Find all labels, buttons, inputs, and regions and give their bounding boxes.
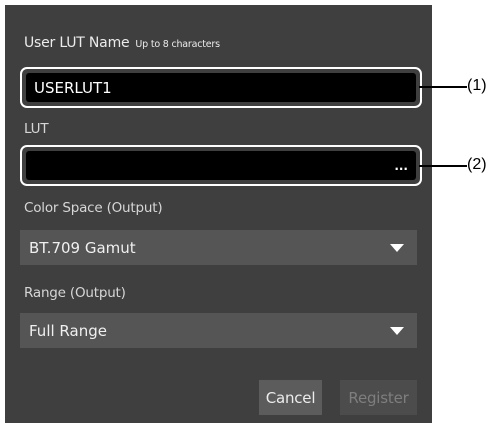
callout-label-2: (2) [467, 156, 487, 173]
user-lut-dialog: User LUT Name Up to 8 characters LUT ...… [5, 5, 432, 423]
register-button: Register [340, 380, 417, 415]
range-label: Range (Output) [24, 285, 126, 301]
lut-file-field[interactable]: ... [26, 151, 416, 180]
lut-name-field[interactable] [26, 73, 416, 102]
ellipsis-icon[interactable]: ... [394, 151, 408, 180]
callout-leader-line [419, 165, 467, 167]
range-value: Full Range [29, 321, 107, 340]
color-space-label: Color Space (Output) [24, 200, 163, 216]
lut-name-input[interactable] [34, 78, 416, 97]
cancel-button[interactable]: Cancel [259, 380, 322, 415]
chevron-down-icon [390, 327, 404, 335]
lut-field-callout-frame: ... [20, 145, 422, 186]
callout-label-1: (1) [467, 77, 487, 94]
name-field-callout-frame [20, 67, 422, 108]
chevron-down-icon [390, 244, 404, 252]
screenshot-stage: User LUT Name Up to 8 characters LUT ...… [0, 0, 498, 428]
title-row: User LUT Name Up to 8 characters [24, 35, 220, 51]
color-space-select[interactable]: BT.709 Gamut [20, 230, 417, 265]
range-select[interactable]: Full Range [20, 313, 417, 348]
callout-leader-line [419, 86, 467, 88]
dialog-title: User LUT Name [24, 35, 130, 51]
title-hint: Up to 8 characters [135, 39, 220, 50]
lut-label: LUT [24, 121, 49, 137]
color-space-value: BT.709 Gamut [29, 238, 136, 257]
